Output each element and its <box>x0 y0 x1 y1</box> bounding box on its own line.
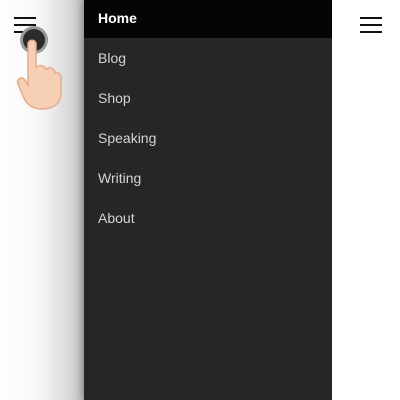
hamburger-icon[interactable] <box>360 17 382 33</box>
menu-item-home[interactable]: Home <box>84 0 332 38</box>
side-menu: Home Blog Shop Speaking Writing About <box>84 0 332 400</box>
hamburger-line <box>14 24 36 26</box>
tap-finger-icon <box>16 39 62 110</box>
menu-item-speaking[interactable]: Speaking <box>84 118 332 158</box>
app-screen: Home Blog Shop Speaking Writing About <box>0 0 400 400</box>
hamburger-line <box>360 24 382 26</box>
menu-item-writing[interactable]: Writing <box>84 158 332 198</box>
menu-item-shop[interactable]: Shop <box>84 78 332 118</box>
hamburger-line <box>14 17 36 19</box>
menu-item-blog[interactable]: Blog <box>84 38 332 78</box>
hamburger-line <box>360 17 382 19</box>
hamburger-line <box>360 31 382 33</box>
page-content-right-edge <box>332 0 400 400</box>
menu-item-about[interactable]: About <box>84 198 332 238</box>
